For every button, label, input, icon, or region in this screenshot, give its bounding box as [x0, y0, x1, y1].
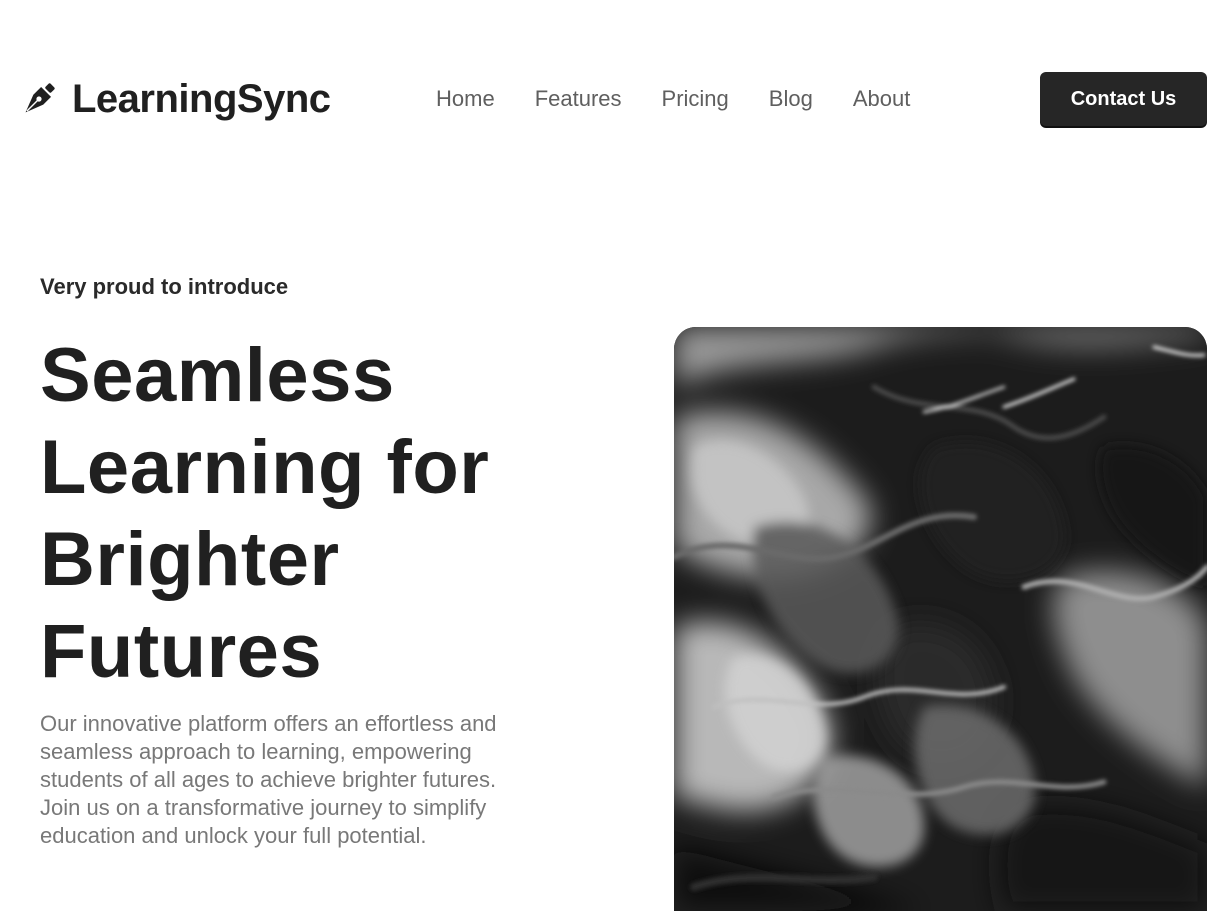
- abstract-fluid-art: [674, 327, 1207, 911]
- nav-pricing[interactable]: Pricing: [662, 86, 729, 112]
- hero-image: [674, 327, 1207, 911]
- pen-nib-icon: [25, 83, 55, 113]
- hero-eyebrow: Very proud to introduce: [40, 274, 289, 299]
- hero-title-line: Learning for: [40, 425, 490, 510]
- nav-about[interactable]: About: [853, 86, 911, 112]
- brand-logo[interactable]: LearningSync: [18, 76, 331, 122]
- hero-title-line: Seamless: [40, 333, 395, 418]
- nav-features[interactable]: Features: [535, 86, 622, 112]
- contact-us-button[interactable]: Contact Us: [1040, 72, 1207, 126]
- hero-title-line: Futures: [40, 609, 323, 694]
- main-nav: Home Features Pricing Blog About: [436, 84, 910, 114]
- hero-title-line: Brighter: [40, 517, 340, 602]
- hero-description: Our innovative platform offers an effort…: [40, 711, 497, 848]
- site-header: LearningSync Home Features Pricing Blog …: [0, 60, 1226, 138]
- nav-home[interactable]: Home: [436, 86, 495, 112]
- nav-blog[interactable]: Blog: [769, 86, 813, 112]
- landing-page: LearningSync Home Features Pricing Blog …: [0, 0, 1226, 911]
- hero-title: Seamless Learning for Brighter Futures: [40, 330, 600, 698]
- brand-name: LearningSync: [72, 76, 331, 121]
